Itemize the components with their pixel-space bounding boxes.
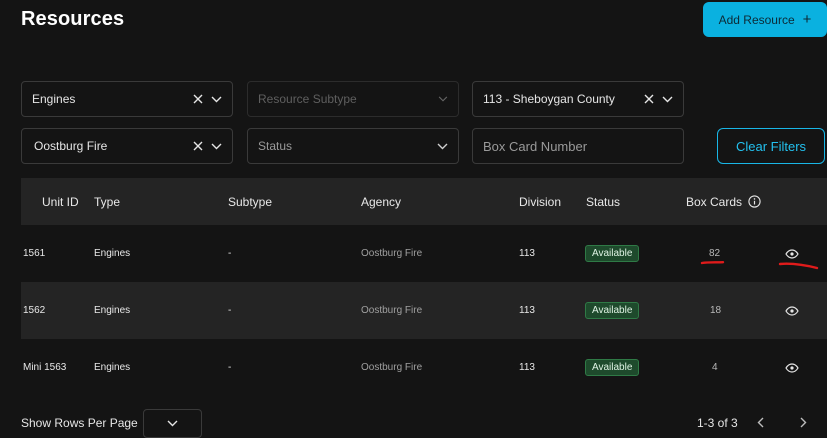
type-filter-value: Engines [32, 92, 76, 106]
rows-per-page-label: Show Rows Per Page [21, 416, 138, 430]
eye-icon[interactable] [785, 305, 799, 316]
info-icon[interactable] [748, 195, 761, 208]
division-filter-select[interactable]: 113 - Sheboygan County [472, 81, 684, 117]
table-row[interactable]: 1561 Engines - Oostburg Fire 113 Availab… [21, 225, 827, 282]
column-header-unit-id[interactable]: Unit ID [42, 178, 79, 225]
chevron-down-icon[interactable] [437, 143, 448, 150]
add-resource-button[interactable]: Add Resource + [703, 2, 827, 37]
chevron-down-icon[interactable] [211, 143, 222, 150]
plus-icon: + [802, 11, 812, 28]
pagination-status: 1-3 of 3 [697, 416, 738, 430]
eye-icon[interactable] [785, 362, 799, 373]
type-filter-select[interactable]: Engines [21, 81, 233, 117]
division-filter-value: 113 - Sheboygan County [483, 92, 615, 106]
table-header: Unit ID Type Subtype Agency Division Sta… [21, 178, 827, 225]
cell-type: Engines [94, 248, 131, 259]
table-row[interactable]: 1562 Engines - Oostburg Fire 113 Availab… [21, 282, 827, 339]
cell-view [785, 339, 799, 396]
column-header-status[interactable]: Status [586, 178, 620, 225]
eye-icon[interactable] [785, 248, 799, 259]
subtype-filter-select[interactable]: Resource Subtype [247, 81, 459, 117]
rows-per-page-select[interactable] [143, 409, 202, 438]
cell-agency: Oostburg Fire [361, 305, 423, 316]
chevron-right-icon [800, 417, 806, 427]
next-page-button[interactable] [796, 414, 810, 430]
cell-agency: Oostburg Fire [361, 362, 423, 373]
agency-filter-select[interactable]: Oostburg Fire [21, 128, 233, 164]
cell-status: Available [585, 339, 640, 396]
clear-x-icon[interactable] [193, 94, 203, 104]
cell-box-cards[interactable]: 82 [709, 225, 720, 282]
column-header-division[interactable]: Division [519, 178, 561, 225]
cell-status: Available [585, 225, 640, 282]
status-filter-select[interactable]: Status [247, 128, 459, 164]
add-resource-label: Add Resource [718, 12, 795, 27]
cell-division: 113 [519, 248, 535, 259]
cell-type: Engines [94, 305, 131, 316]
table-row[interactable]: Mini 1563 Engines - Oostburg Fire 113 Av… [21, 339, 827, 396]
cell-unit-id: Mini 1563 [23, 362, 67, 373]
cell-box-cards[interactable]: 18 [710, 282, 721, 339]
cell-agency: Oostburg Fire [361, 248, 423, 259]
chevron-down-icon [167, 420, 178, 427]
box-card-number-input[interactable]: Box Card Number [472, 128, 684, 164]
box-card-number-placeholder: Box Card Number [483, 138, 588, 154]
subtype-filter-placeholder: Resource Subtype [258, 92, 357, 106]
clear-filters-button[interactable]: Clear Filters [717, 128, 825, 164]
cell-subtype: - [228, 305, 232, 316]
column-header-type[interactable]: Type [94, 178, 120, 225]
status-badge: Available [585, 302, 640, 319]
cell-subtype: - [228, 362, 232, 373]
column-header-agency[interactable]: Agency [361, 178, 401, 225]
cell-view [785, 225, 799, 282]
cell-status: Available [585, 282, 640, 339]
chevron-down-icon[interactable] [662, 96, 673, 103]
cell-unit-id: 1562 [23, 305, 46, 316]
cell-division: 113 [519, 362, 535, 373]
annotation-underline-view [778, 262, 819, 270]
cell-view [785, 282, 799, 339]
previous-page-button[interactable] [753, 414, 767, 430]
agency-filter-value: Oostburg Fire [34, 139, 108, 153]
column-header-box-cards[interactable]: Box Cards [686, 178, 761, 225]
clear-x-icon[interactable] [644, 94, 654, 104]
status-filter-placeholder: Status [258, 139, 293, 153]
annotation-underline-box-cards [700, 261, 725, 265]
box-cards-header-label: Box Cards [686, 194, 743, 209]
chevron-down-icon[interactable] [438, 96, 448, 102]
cell-unit-id: 1561 [23, 248, 46, 259]
cell-type: Engines [94, 362, 131, 373]
status-badge: Available [585, 359, 640, 376]
page-title: Resources [21, 8, 125, 30]
cell-division: 113 [519, 305, 535, 316]
column-header-subtype[interactable]: Subtype [228, 178, 272, 225]
cell-box-cards[interactable]: 4 [712, 339, 718, 396]
chevron-left-icon [757, 417, 763, 427]
cell-subtype: - [228, 248, 232, 259]
clear-x-icon[interactable] [193, 141, 203, 151]
status-badge: Available [585, 245, 640, 262]
chevron-down-icon[interactable] [211, 96, 222, 103]
